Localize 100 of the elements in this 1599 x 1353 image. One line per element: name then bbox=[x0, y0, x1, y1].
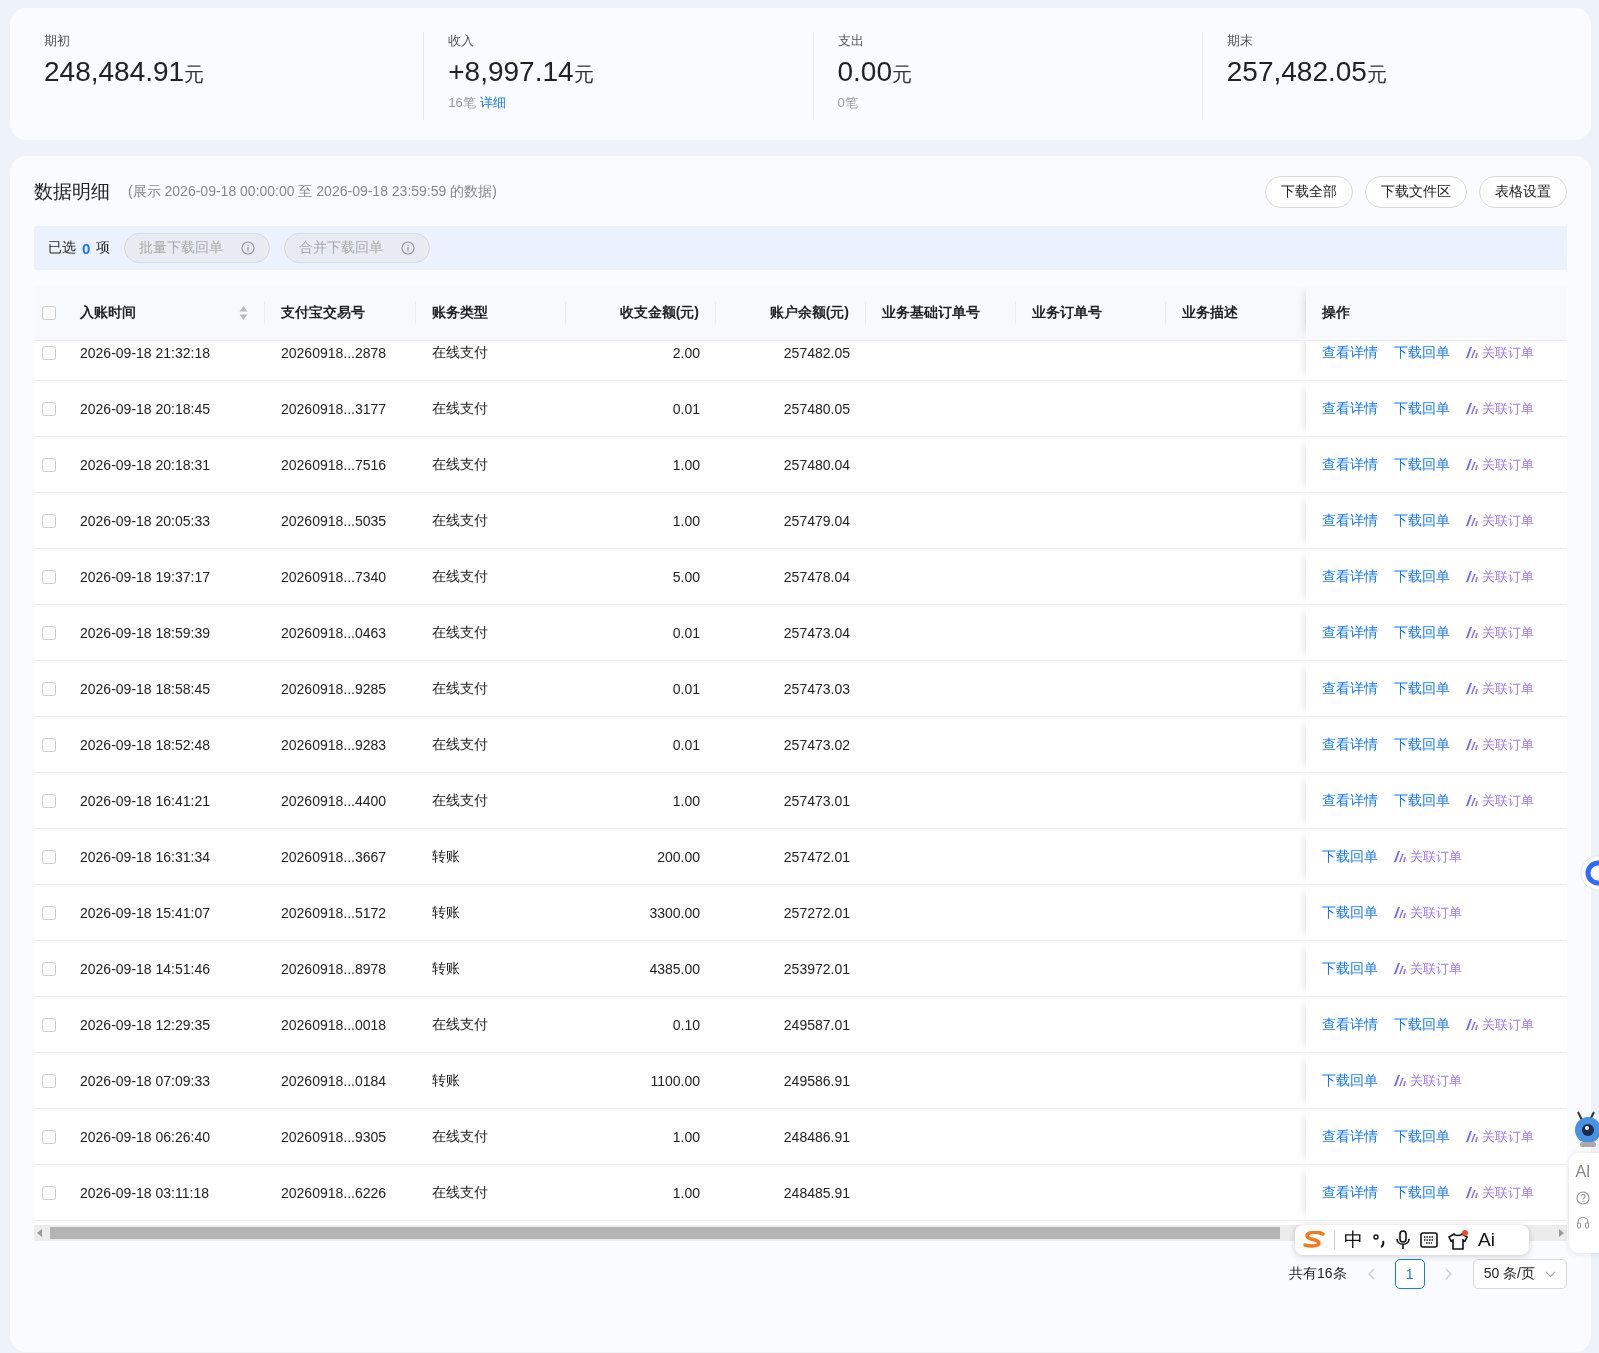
ai-assistant-button[interactable]: AI bbox=[1575, 1163, 1591, 1181]
toolbar-button[interactable]: 下载全部 bbox=[1265, 176, 1353, 208]
column-header: 操作 bbox=[1322, 304, 1350, 322]
input-mode-toggle[interactable]: 中 bbox=[1344, 1227, 1363, 1253]
checkbox[interactable] bbox=[42, 1185, 56, 1200]
action-link[interactable]: 下载回单 bbox=[1394, 735, 1450, 754]
ai-toggle[interactable]: Ai bbox=[1478, 1229, 1495, 1251]
related-order-link[interactable]: 关联订单 bbox=[1466, 343, 1534, 362]
related-order-link[interactable]: 关联订单 bbox=[1466, 567, 1534, 586]
action-link[interactable]: 下载回单 bbox=[1394, 343, 1450, 362]
logo-icon[interactable] bbox=[1303, 1231, 1325, 1249]
action-link[interactable]: 下载回单 bbox=[1322, 847, 1378, 866]
action-link[interactable]: 下载回单 bbox=[1322, 903, 1378, 922]
microphone-icon[interactable] bbox=[1395, 1230, 1411, 1250]
action-link[interactable]: 查看详情 bbox=[1322, 1183, 1378, 1202]
action-link[interactable]: 下载回单 bbox=[1394, 399, 1450, 418]
related-order-link[interactable]: 关联订单 bbox=[1466, 735, 1534, 754]
punctuation-icon[interactable] bbox=[1372, 1231, 1386, 1249]
page-size-select[interactable]: 50 条/页 bbox=[1472, 1259, 1567, 1289]
related-order-link[interactable]: 关联订单 bbox=[1466, 455, 1534, 474]
checkbox[interactable] bbox=[42, 1017, 56, 1032]
table-cell-text: 在线支付 bbox=[431, 623, 489, 642]
checkbox[interactable] bbox=[42, 681, 56, 696]
checkbox[interactable] bbox=[42, 345, 56, 360]
checkbox[interactable] bbox=[42, 513, 56, 528]
related-order-link[interactable]: 关联订单 bbox=[1466, 679, 1534, 698]
table-cell-text: 转账 bbox=[431, 959, 461, 978]
checkbox[interactable] bbox=[42, 457, 56, 472]
action-link[interactable]: 下载回单 bbox=[1394, 567, 1450, 586]
action-link[interactable]: 下载回单 bbox=[1394, 1127, 1450, 1146]
page-button[interactable]: 1 bbox=[1394, 1259, 1425, 1289]
checkbox[interactable] bbox=[42, 401, 56, 416]
action-link[interactable]: 下载回单 bbox=[1394, 1015, 1450, 1034]
action-link[interactable]: 查看详情 bbox=[1322, 1127, 1378, 1146]
checkbox[interactable] bbox=[42, 849, 56, 864]
table-cell-text: 2026-09-18 18:58:45 bbox=[79, 680, 211, 697]
column-header: 账务类型 bbox=[432, 304, 488, 322]
table-cell-text: 2026-09-18 06:26:40 bbox=[79, 1128, 211, 1145]
action-link[interactable]: 下载回单 bbox=[1394, 455, 1450, 474]
shirt-icon[interactable] bbox=[1447, 1230, 1469, 1250]
table-cell-text: 20260918...7340 bbox=[280, 568, 388, 585]
action-link[interactable]: 查看详情 bbox=[1322, 1015, 1378, 1034]
action-link[interactable]: 查看详情 bbox=[1322, 679, 1378, 698]
related-order-link[interactable]: 关联订单 bbox=[1394, 847, 1462, 866]
action-link[interactable]: 查看详情 bbox=[1322, 791, 1378, 810]
related-order-link[interactable]: 关联订单 bbox=[1394, 959, 1462, 978]
related-order-link[interactable]: 关联订单 bbox=[1466, 399, 1534, 418]
table-cell-text: 转账 bbox=[431, 1071, 461, 1090]
related-order-link[interactable]: 关联订单 bbox=[1394, 1071, 1462, 1090]
keyboard-icon[interactable] bbox=[1420, 1232, 1438, 1248]
table-cell-text: 20260918...3177 bbox=[280, 400, 388, 417]
headset-icon[interactable] bbox=[1576, 1215, 1590, 1229]
scroll-right-icon[interactable] bbox=[1559, 1229, 1564, 1237]
toolbar-button[interactable]: 表格设置 bbox=[1479, 176, 1567, 208]
slanted-bars-icon bbox=[1394, 1075, 1406, 1086]
action-link[interactable]: 下载回单 bbox=[1394, 791, 1450, 810]
column-header: 入账时间 bbox=[80, 304, 136, 322]
checkbox[interactable] bbox=[42, 737, 56, 752]
table-cell-text: 20260918...0018 bbox=[280, 1016, 388, 1033]
checkbox[interactable] bbox=[42, 1129, 56, 1144]
slanted-bars-icon bbox=[1394, 851, 1406, 862]
action-link[interactable]: 下载回单 bbox=[1322, 959, 1378, 978]
action-link[interactable]: 下载回单 bbox=[1322, 1071, 1378, 1090]
table-cell-text: 转账 bbox=[431, 847, 461, 866]
info-icon bbox=[401, 241, 416, 255]
summary-label: 期初 bbox=[44, 32, 71, 50]
checkbox[interactable] bbox=[42, 569, 56, 584]
action-link[interactable]: 下载回单 bbox=[1394, 1183, 1450, 1202]
action-link[interactable]: 查看详情 bbox=[1322, 567, 1378, 586]
action-link[interactable]: 查看详情 bbox=[1322, 511, 1378, 530]
help-icon[interactable] bbox=[1576, 1191, 1590, 1205]
action-link[interactable]: 下载回单 bbox=[1394, 623, 1450, 642]
action-link[interactable]: 下载回单 bbox=[1394, 511, 1450, 530]
related-order-link[interactable]: 关联订单 bbox=[1466, 1015, 1534, 1034]
action-link[interactable]: 查看详情 bbox=[1322, 399, 1378, 418]
action-link[interactable]: 查看详情 bbox=[1322, 343, 1378, 362]
table-cell-text: 20260918...5172 bbox=[280, 904, 388, 921]
table-cell-text: 20260918...0184 bbox=[280, 1072, 388, 1089]
checkbox[interactable] bbox=[42, 793, 56, 808]
related-order-link[interactable]: 关联订单 bbox=[1394, 903, 1462, 922]
checkbox[interactable] bbox=[42, 1073, 56, 1088]
checkbox[interactable] bbox=[42, 625, 56, 640]
checkbox[interactable] bbox=[42, 306, 56, 320]
checkbox[interactable] bbox=[42, 905, 56, 920]
scroll-left-icon[interactable] bbox=[37, 1229, 42, 1237]
related-order-link[interactable]: 关联订单 bbox=[1466, 623, 1534, 642]
toolbar-button[interactable]: 下载文件区 bbox=[1365, 176, 1467, 208]
related-order-link[interactable]: 关联订单 bbox=[1466, 1127, 1534, 1146]
action-link[interactable]: 查看详情 bbox=[1322, 455, 1378, 474]
related-order-link[interactable]: 关联订单 bbox=[1466, 1183, 1534, 1202]
table-cell-text: 在线支付 bbox=[431, 1183, 489, 1202]
action-link[interactable]: 查看详情 bbox=[1322, 623, 1378, 642]
action-link[interactable]: 下载回单 bbox=[1394, 679, 1450, 698]
sort-icon[interactable] bbox=[239, 305, 248, 321]
detail-link[interactable]: 详细 bbox=[479, 94, 506, 112]
checkbox[interactable] bbox=[42, 961, 56, 976]
related-order-link[interactable]: 关联订单 bbox=[1466, 791, 1534, 810]
related-order-link[interactable]: 关联订单 bbox=[1466, 511, 1534, 530]
table-cell-text: 249586.91 bbox=[782, 1072, 851, 1089]
action-link[interactable]: 查看详情 bbox=[1322, 735, 1378, 754]
